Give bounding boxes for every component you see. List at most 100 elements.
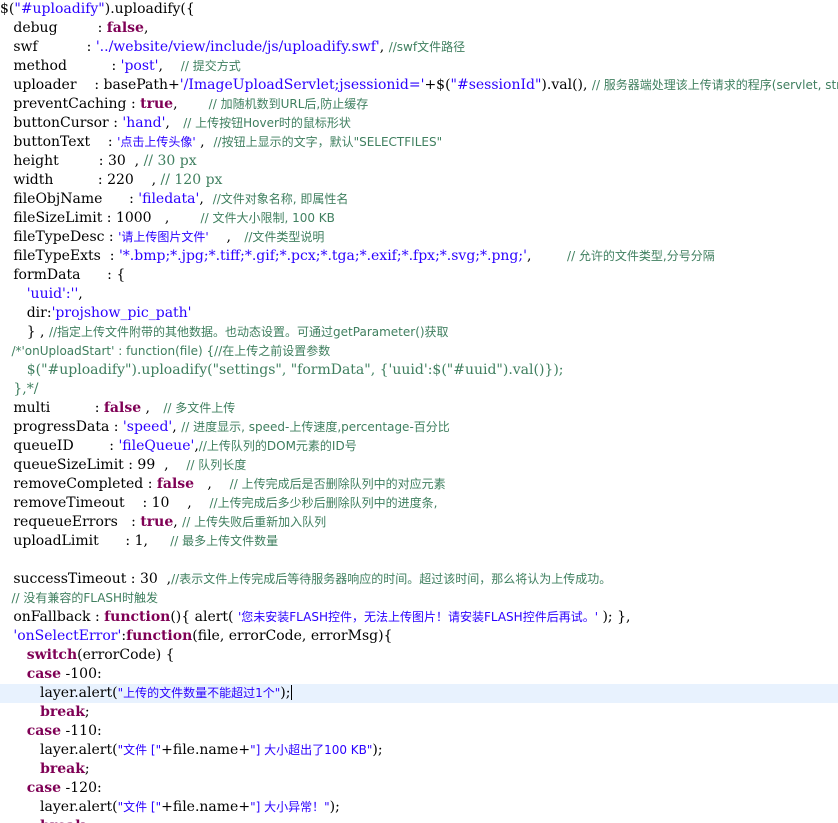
comment-token: // 没有兼容的FLASH时触发	[0, 591, 159, 605]
comment-token: // 提交方式	[180, 59, 241, 73]
code-line[interactable]: $("#uploadify").uploadify({	[0, 0, 195, 19]
code-token: dir:	[0, 305, 52, 321]
code-line[interactable]: fileObjName : 'filedata', //文件对象名称, 即属性名	[0, 190, 348, 209]
code-line[interactable]: buttonCursor : 'hand', // 上传按钮Hover时的鼠标形…	[0, 114, 351, 133]
string-token: '请上传图片文件'	[118, 230, 209, 244]
code-token: +file.name+	[161, 799, 251, 815]
code-token: layer.alert(	[0, 685, 118, 701]
keyword-token: case	[26, 780, 62, 796]
code-token: requeueErrors :	[0, 514, 141, 530]
code-line[interactable]: queueID : 'fileQueue',//上传队列的DOM元素的ID号	[0, 437, 356, 456]
string-token: 'uuid':''	[26, 286, 79, 302]
string-token: '/ImageUploadServlet;jsessionid='	[179, 77, 425, 93]
code-line[interactable]: fileTypeExts : '*.bmp;*.jpg;*.tiff;*.gif…	[0, 247, 715, 266]
code-line[interactable]: queueSizeLimit : 99 , // 队列长度	[0, 456, 246, 475]
code-line[interactable]: layer.alert("文件 ["+file.name+"] 大小超出了100…	[0, 741, 383, 760]
code-token: queueID :	[0, 438, 119, 454]
comment-token: // 文件大小限制, 100 KB	[200, 211, 335, 225]
code-token: fileTypeExts :	[0, 248, 119, 264]
comment-token: },*/	[0, 381, 39, 397]
code-line[interactable]: 'onSelectError':function(file, errorCode…	[0, 627, 392, 646]
code-line[interactable]: buttonText : '点击上传头像' , //按钮上显示的文字，默认"SE…	[0, 133, 442, 152]
comment-token: // 上传按钮Hover时的鼠标形状	[183, 116, 351, 130]
code-token: );	[280, 685, 291, 701]
code-line[interactable]: formData : {	[0, 266, 125, 285]
code-line[interactable]: requeueErrors : true, // 上传失败后重新加入队列	[0, 513, 326, 532]
keyword-token: function	[126, 628, 193, 644]
code-line[interactable]: // 没有兼容的FLASH时触发	[0, 589, 158, 608]
code-token: uploadLimit : 1,	[0, 533, 171, 549]
code-line[interactable]: successTimeout : 30 ,//表示文件上传完成后等待服务器响应的…	[0, 570, 611, 589]
code-line[interactable]: fileTypeDesc : '请上传图片文件' , //文件类型说明	[0, 228, 324, 247]
comment-token: //指定上传文件附带的其他数据。也动态设置。可通过getParameter()获…	[48, 325, 449, 339]
comment-token: //上传完成后多少秒后删除队列中的进度条,	[209, 496, 438, 510]
current-code-line[interactable]: layer.alert("上传的文件数量不能超过1个");	[0, 684, 838, 703]
code-token: ); },	[598, 609, 631, 625]
code-token: (file, errorCode, errorMsg){	[192, 628, 393, 644]
comment-token: //swf文件路径	[388, 40, 466, 54]
code-line[interactable]: break;	[0, 817, 90, 823]
comment-token: // 120 px	[160, 172, 223, 188]
code-editor[interactable]: $("#uploadify").uploadify({ debug : fals…	[0, 0, 838, 823]
code-token: ,	[158, 58, 181, 74]
code-token: ,	[173, 514, 183, 530]
string-token: "#uploadify"	[14, 1, 105, 17]
string-token: '../website/view/include/js/uploadify.sw…	[95, 39, 380, 55]
code-line[interactable]: 'uuid':'',	[0, 285, 83, 304]
code-line[interactable]: $("#uploadify").uploadify("settings", "f…	[0, 361, 564, 380]
code-line[interactable]: uploadLimit : 1, // 最多上传文件数量	[0, 532, 278, 551]
code-line[interactable]: case -100:	[0, 665, 102, 684]
string-token: "上传的文件数量不能超过1个"	[117, 686, 281, 700]
code-line[interactable]: break;	[0, 760, 90, 779]
code-token: -100:	[61, 666, 102, 682]
code-token: fileTypeDesc :	[0, 229, 119, 245]
code-token: height : 30 ,	[0, 153, 144, 169]
code-line[interactable]: progressData : 'speed', // 进度显示, speed-上…	[0, 418, 449, 437]
code-line[interactable]: method : 'post', // 提交方式	[0, 57, 241, 76]
code-line[interactable]: dir:'projshow_pic_path'	[0, 304, 192, 323]
string-token: 'filedata'	[138, 191, 200, 207]
comment-token: // 允许的文件类型,分号分隔	[567, 249, 715, 263]
code-line[interactable]: layer.alert("文件 ["+file.name+"] 大小异常！");	[0, 798, 340, 817]
code-token: ,	[379, 39, 389, 55]
string-token: '您未安装FLASH控件，无法上传图片！请安装FLASH控件后再试。'	[237, 610, 598, 624]
code-line[interactable]: case -120:	[0, 779, 102, 798]
comment-token: $("#uploadify").uploadify("settings", "f…	[0, 362, 564, 378]
code-token: } ,	[0, 324, 49, 340]
code-line[interactable]: multi : false , // 多文件上传	[0, 399, 235, 418]
code-line[interactable]: switch(errorCode) {	[0, 646, 175, 665]
code-line[interactable]: swf : '../website/view/include/js/upload…	[0, 38, 465, 57]
code-line[interactable]: },*/	[0, 380, 38, 399]
code-token: );	[372, 742, 383, 758]
code-token: ,	[526, 248, 568, 264]
code-line[interactable]: /*'onUploadStart' : function(file) {//在上…	[0, 342, 330, 361]
string-token: "#sessionId"	[450, 77, 542, 93]
code-line[interactable]: uploader : basePath+'/ImageUploadServlet…	[0, 76, 838, 95]
keyword-token: false	[103, 400, 142, 416]
code-token: ;	[84, 704, 90, 720]
code-line[interactable]: height : 30 , // 30 px	[0, 152, 196, 171]
keyword-token: break	[40, 761, 85, 777]
keyword-token: false	[156, 476, 195, 492]
comment-token: //按钮上显示的文字，默认"SELECTFILES"	[213, 135, 443, 149]
string-token: 'speed'	[122, 419, 173, 435]
code-line[interactable]: debug : false,	[0, 19, 148, 38]
code-line[interactable]: removeCompleted : false , // 上传完成后是否删除队列…	[0, 475, 446, 494]
code-line[interactable]: removeTimeout : 10 , //上传完成后多少秒后删除队列中的进度…	[0, 494, 437, 513]
code-line[interactable]: } , //指定上传文件附带的其他数据。也动态设置。可通过getParamete…	[0, 323, 449, 342]
string-token: "] 大小超出了100 KB"	[250, 743, 373, 757]
code-line[interactable]: width : 220 , // 120 px	[0, 171, 222, 190]
code-line[interactable]: case -110:	[0, 722, 102, 741]
code-line[interactable]: break;	[0, 703, 90, 722]
code-line[interactable]: fileSizeLimit : 1000 , // 文件大小限制, 100 KB	[0, 209, 335, 228]
code-token: $(	[0, 1, 15, 17]
code-line[interactable]: preventCaching : true, // 加随机数到URL后,防止缓存	[0, 95, 368, 114]
code-line[interactable]: onFallback : function(){ alert( '您未安装FLA…	[0, 608, 630, 627]
code-token: uploader : basePath+	[0, 77, 180, 93]
comment-token: // 上传完成后是否删除队列中的对应元素	[229, 477, 446, 491]
